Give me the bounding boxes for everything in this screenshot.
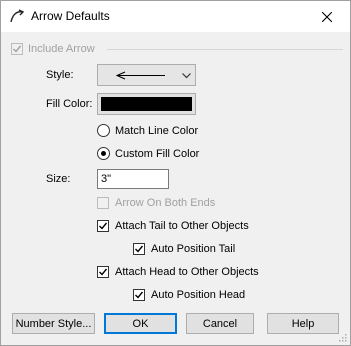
size-label: Size: bbox=[46, 173, 71, 185]
fill-color-swatch bbox=[101, 97, 192, 111]
auto-position-tail-label: Auto Position Tail bbox=[151, 243, 236, 255]
number-style-button[interactable]: Number Style... bbox=[12, 313, 95, 334]
match-line-color-radio[interactable] bbox=[97, 124, 110, 137]
group-divider bbox=[107, 49, 343, 50]
close-button[interactable] bbox=[304, 1, 350, 32]
custom-fill-color-label: Custom Fill Color bbox=[115, 148, 200, 160]
attach-head-checkbox[interactable] bbox=[97, 266, 109, 278]
include-arrow-checkbox[interactable] bbox=[11, 43, 23, 55]
style-label: Style: bbox=[46, 69, 74, 81]
radio-selected-dot bbox=[101, 151, 106, 156]
checkmark-icon bbox=[135, 245, 144, 253]
window-title: Arrow Defaults bbox=[31, 9, 110, 23]
help-button[interactable]: Help bbox=[267, 313, 339, 334]
include-arrow-label: Include Arrow bbox=[28, 43, 95, 55]
custom-fill-color-radio[interactable] bbox=[97, 147, 110, 160]
arrow-on-both-ends-checkbox[interactable] bbox=[97, 197, 109, 209]
style-select[interactable] bbox=[97, 64, 196, 86]
resize-grip-icon[interactable] bbox=[338, 333, 347, 342]
match-line-color-label: Match Line Color bbox=[115, 125, 199, 137]
checkmark-icon bbox=[99, 268, 108, 276]
size-input[interactable] bbox=[97, 169, 169, 189]
attach-head-label: Attach Head to Other Objects bbox=[115, 266, 259, 278]
cancel-button[interactable]: Cancel bbox=[186, 313, 254, 334]
close-icon bbox=[322, 11, 332, 22]
checkmark-icon bbox=[99, 222, 108, 230]
arrow-on-both-ends-label: Arrow On Both Ends bbox=[115, 197, 216, 209]
chevron-down-icon bbox=[182, 73, 191, 79]
fill-color-button[interactable] bbox=[97, 93, 196, 115]
arrow-defaults-dialog: Arrow Defaults Include Arrow Style: Fill… bbox=[0, 0, 351, 346]
auto-position-head-label: Auto Position Head bbox=[151, 289, 246, 301]
auto-position-tail-checkbox[interactable] bbox=[133, 243, 145, 255]
auto-position-head-checkbox[interactable] bbox=[133, 289, 145, 301]
fill-color-label: Fill Color: bbox=[46, 98, 93, 110]
attach-tail-label: Attach Tail to Other Objects bbox=[115, 220, 249, 232]
checkmark-icon bbox=[135, 291, 144, 299]
attach-tail-checkbox[interactable] bbox=[97, 220, 109, 232]
title-bar: Arrow Defaults bbox=[1, 1, 350, 32]
ok-button[interactable]: OK bbox=[104, 313, 177, 334]
checkmark-icon bbox=[13, 45, 22, 53]
arrow-style-preview-icon bbox=[116, 71, 165, 80]
arrow-tool-icon bbox=[9, 9, 25, 25]
